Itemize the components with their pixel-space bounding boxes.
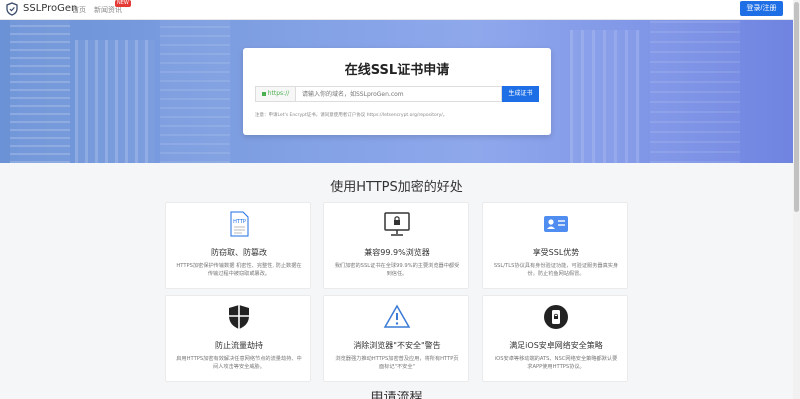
feature-desc: 浏览器强力推动HTTPS加密普及应用，将所有HTTP页面标记"不安全" xyxy=(335,356,459,370)
lock-icon xyxy=(261,91,266,96)
https-prefix: https:// xyxy=(255,86,295,102)
feature-title: 兼容99.9%浏览器 xyxy=(364,248,430,257)
feature-title: 防止流量劫持 xyxy=(215,341,263,350)
apply-title: 在线SSL证书申请 xyxy=(344,63,450,78)
page-scrollbar[interactable] xyxy=(793,0,800,399)
monitor-lock-icon xyxy=(384,212,410,236)
hero-background-building xyxy=(10,20,70,163)
warning-icon xyxy=(383,304,411,328)
feature-desc: HTTPS加密保护传输数据 机密性、完整性, 防止数据在传输过程中被窃取或篡改。 xyxy=(176,263,302,277)
feature-desc: 启用HTTPS加密有效解决任意网络节点的流量劫持、中间人攻击等安全威胁。 xyxy=(176,356,302,370)
id-card-icon xyxy=(544,216,568,232)
hero-background-building xyxy=(650,20,740,163)
shield-logo-icon[interactable] xyxy=(5,2,19,16)
benefits-title: 使用HTTPS加密的好处 xyxy=(330,180,463,195)
generate-certificate-button[interactable]: 生成证书 xyxy=(502,86,539,102)
feature-card: 享受SSL优势 SSL/TLS协议具有身份验证功能，可验证服务器真实身份，防止钓… xyxy=(482,202,628,289)
feature-title: 享受SSL优势 xyxy=(532,248,580,257)
apply-card: 在线SSL证书申请 https:// 生成证书 注意：申请Let's Encry… xyxy=(243,48,551,135)
svg-text:HTTP: HTTP xyxy=(233,219,246,225)
feature-card: 兼容99.9%浏览器 我们加密的SSL证书在全球99.9%的主要浏览器中都受到信… xyxy=(323,202,469,289)
feature-desc: 我们加密的SSL证书在全球99.9%的主要浏览器中都受到信任。 xyxy=(334,263,460,277)
feature-title: 消除浏览器"不安全"警告 xyxy=(353,341,441,350)
nav-home-link[interactable]: 首页 xyxy=(72,5,86,15)
feature-title: 防窃取、防篡改 xyxy=(211,248,267,257)
phone-lock-icon xyxy=(544,305,568,329)
login-register-button[interactable]: 登录/注册 xyxy=(740,1,783,16)
agreement-note: 注意：申请Let's Encrypt证书，请同意使用者订户协议 https://… xyxy=(255,113,448,118)
feature-desc: SSL/TLS协议具有身份验证功能，可验证服务器真实身份，防止钓鱼网站假冒。 xyxy=(493,263,619,277)
feature-card: 满足iOS安卓网络安全策略 iOS安卓等移动端的ATS、NSC网络安全策略都默认… xyxy=(482,295,628,382)
logo-text[interactable]: SSLProGen xyxy=(23,3,77,14)
new-badge: NEW xyxy=(115,0,131,7)
shield-icon xyxy=(229,305,249,329)
top-navbar: SSLProGen 首页 新闻资讯 NEW 登录/注册 xyxy=(0,0,800,20)
feature-title: 满足iOS安卓网络安全策略 xyxy=(509,341,603,350)
feature-desc: iOS安卓等移动端的ATS、NSC网络安全策略都默认要求APP使用HTTPS协议… xyxy=(494,356,618,370)
hero-background-building xyxy=(75,40,155,163)
scrollbar-thumb[interactable] xyxy=(794,2,799,212)
domain-input[interactable] xyxy=(295,86,502,102)
https-document-icon: HTTP xyxy=(230,211,249,237)
process-heading: 申请流程 xyxy=(370,391,423,399)
feature-card: 消除浏览器"不安全"警告 浏览器强力推动HTTPS加密普及应用，将所有HTTP页… xyxy=(323,295,469,382)
feature-card: 防止流量劫持 启用HTTPS加密有效解决任意网络节点的流量劫持、中间人攻击等安全… xyxy=(165,295,311,382)
hero-background-building xyxy=(160,20,230,163)
feature-card: HTTP 防窃取、防篡改 HTTPS加密保护传输数据 机密性、完整性, 防止数据… xyxy=(165,202,311,289)
https-prefix-label: https:// xyxy=(267,90,290,97)
hero-background-building xyxy=(570,30,640,163)
